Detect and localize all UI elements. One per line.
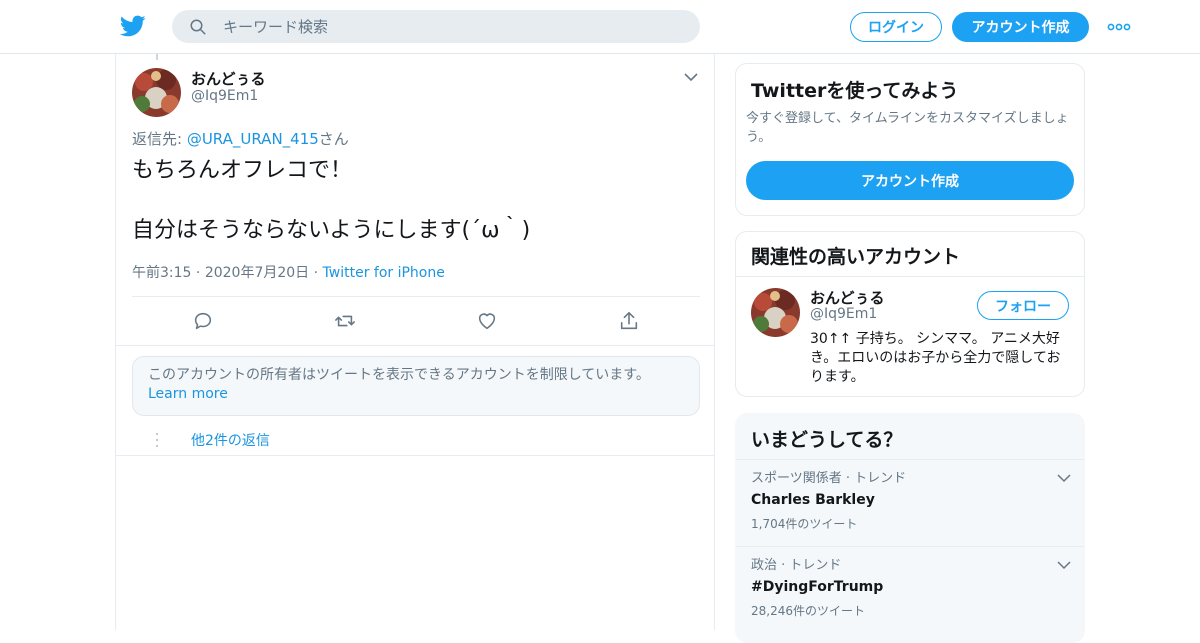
tweet-actions (132, 306, 700, 336)
avatar-image (751, 288, 800, 337)
reply-prefix: 返信先: (132, 130, 187, 148)
tweet-time[interactable]: 午前3:15 (132, 265, 191, 281)
signup-card-title: Twitterを使ってみよう (751, 80, 959, 102)
tweet-text: もちろんオフレコで！ 自分はそうならないようにします(´ω｀) (132, 158, 531, 243)
trend-count: 28,246件のツイート (751, 604, 865, 618)
more-options-icon[interactable] (1107, 20, 1131, 34)
avatar-image (132, 68, 181, 117)
author-name[interactable]: おんどぅる (191, 68, 266, 89)
tweet-meta: 午前3:15 · 2020年7月20日 · Twitter for iPhone (132, 262, 445, 282)
avatar[interactable] (751, 288, 800, 337)
divider (116, 345, 714, 346)
trend-name[interactable]: Charles Barkley (751, 489, 1071, 511)
trend-name[interactable]: #DyingForTrump (751, 576, 1071, 598)
more-replies-link[interactable]: 他2件の返信 (191, 430, 270, 450)
login-button[interactable]: ログイン (850, 12, 942, 42)
divider (736, 276, 1084, 277)
like-heart-icon[interactable] (476, 310, 498, 332)
signup-button[interactable]: アカウント作成 (952, 12, 1089, 42)
vertical-dots-icon (156, 433, 158, 447)
reply-suffix: さん (318, 130, 349, 148)
signup-card: Twitterを使ってみよう 今すぐ登録して、タイムラインをカスタマイズしましょ… (735, 63, 1085, 216)
trend-item[interactable]: 政治 · トレンド #DyingForTrump 28,246件のツイート (751, 556, 1071, 620)
related-account-handle[interactable]: @Iq9Em1 (810, 306, 877, 322)
related-card-title: 関連性の高いアカウント (751, 246, 961, 268)
tweet-date[interactable]: 2020年7月20日 (205, 265, 309, 281)
divider (736, 546, 1084, 547)
meta-separator: · (195, 265, 201, 281)
protected-notice: このアカウントの所有者はツイートを表示できるアカウントを制限しています。 Lear… (132, 356, 700, 416)
search-bar[interactable] (172, 10, 700, 43)
reply-icon[interactable] (192, 310, 214, 332)
divider (736, 459, 1084, 460)
author-handle[interactable]: @Iq9Em1 (191, 88, 258, 104)
chevron-down-icon[interactable] (1057, 560, 1071, 570)
related-account-bio: 30↑↑ 子持ち。 シンママ。 アニメ大好き。エロいのはお子から全力で隠しており… (810, 331, 1061, 385)
notice-text: このアカウントの所有者はツイートを表示できるアカウントを制限しています。 (148, 367, 650, 383)
trend-count: 1,704件のツイート (751, 517, 858, 531)
reply-mention-link[interactable]: @URA_URAN_415 (187, 130, 319, 148)
signup-card-button[interactable]: アカウント作成 (746, 161, 1074, 200)
related-accounts-card: 関連性の高いアカウント おんどぅる @Iq9Em1 フォロー 30↑↑ 子持ち。… (735, 231, 1085, 397)
tweet-source-link[interactable]: Twitter for iPhone (323, 265, 445, 281)
learn-more-link[interactable]: Learn more (148, 386, 228, 402)
retweet-icon[interactable] (334, 310, 356, 332)
search-input[interactable] (223, 17, 663, 36)
meta-separator: · (313, 265, 319, 281)
chevron-down-icon[interactable] (1057, 473, 1071, 483)
avatar[interactable] (132, 68, 181, 117)
tweet-column: おんどぅる @Iq9Em1 返信先: @URA_URAN_415さん もちろんオ… (115, 54, 715, 630)
twitter-bird-icon[interactable] (120, 13, 146, 39)
trend-item[interactable]: スポーツ関係者 · トレンド Charles Barkley 1,704件のツイ… (751, 469, 1071, 533)
signup-card-description: 今すぐ登録して、タイムラインをカスタマイズしましょう。 (746, 111, 1069, 145)
related-account-name[interactable]: おんどぅる (810, 287, 885, 308)
search-icon (190, 19, 206, 34)
follow-button[interactable]: フォロー (977, 291, 1069, 320)
thread-line (156, 54, 158, 60)
share-icon[interactable] (618, 310, 640, 332)
trends-card-title: いまどうしてる？ (751, 429, 903, 451)
reply-to: 返信先: @URA_URAN_415さん (132, 128, 349, 149)
divider (132, 296, 700, 297)
trend-category: スポーツ関係者 · トレンド (751, 471, 907, 486)
top-bar: ログイン アカウント作成 (0, 0, 1200, 54)
chevron-down-icon[interactable] (683, 71, 699, 83)
divider (116, 455, 714, 456)
trend-category: 政治 · トレンド (751, 558, 842, 573)
trends-card: いまどうしてる？ スポーツ関係者 · トレンド Charles Barkley … (735, 413, 1085, 643)
